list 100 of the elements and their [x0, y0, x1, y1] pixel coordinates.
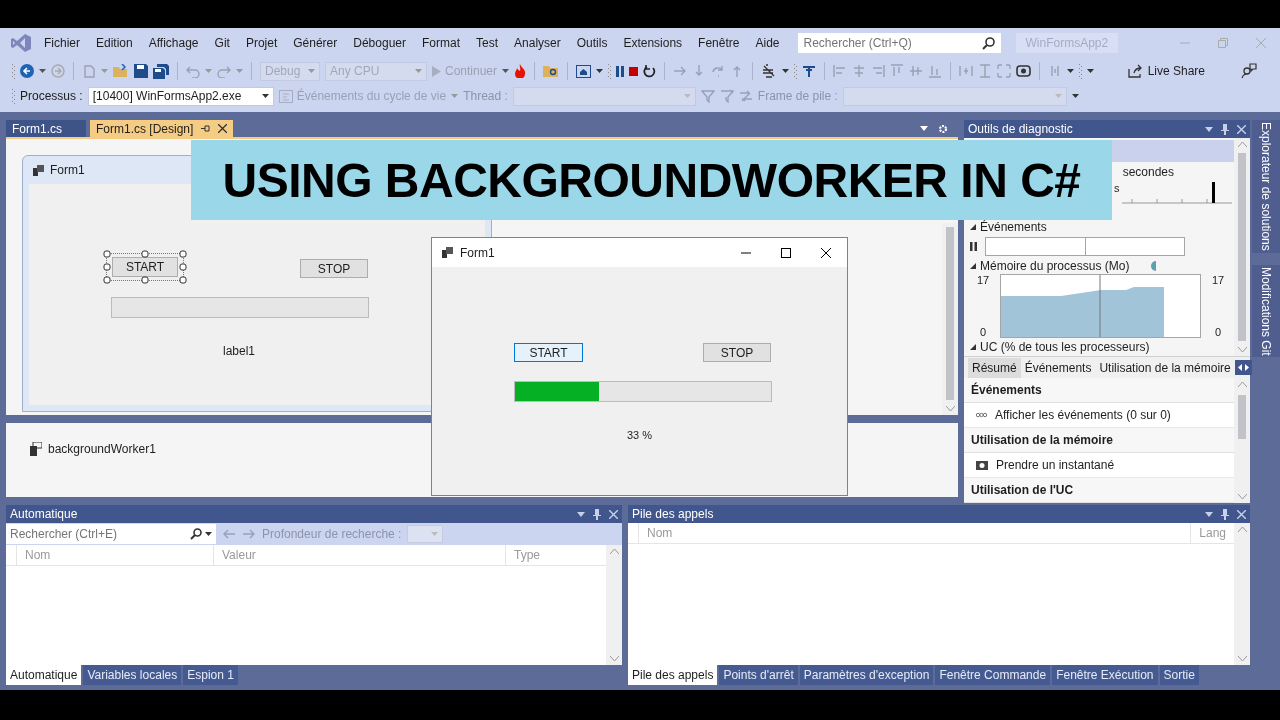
menu-item[interactable]: Test	[468, 34, 507, 52]
component-name[interactable]: backgroundWorker1	[48, 442, 156, 456]
scrollbar[interactable]	[1234, 138, 1250, 356]
forward-icon[interactable]	[51, 64, 65, 78]
panel-tab[interactable]: Points d'arrêt	[719, 665, 798, 685]
document-tab[interactable]: Form1.cs [Design]	[90, 120, 234, 137]
restore-icon[interactable]	[1218, 38, 1228, 48]
summary-link[interactable]: Afficher les événements (0 sur 0)	[995, 408, 1171, 422]
step-arrow-icon[interactable]	[673, 64, 688, 78]
stop-icon[interactable]	[629, 66, 639, 76]
summary-link[interactable]: Prendre un instantané	[996, 458, 1115, 472]
menu-item[interactable]: Outils	[568, 34, 616, 52]
align-center-icon[interactable]	[852, 64, 867, 78]
caret-icon[interactable]	[596, 69, 604, 73]
start-button[interactable]: START	[514, 343, 583, 362]
close-icon[interactable]	[821, 247, 831, 258]
pause-icon[interactable]	[970, 241, 977, 251]
panel-tab[interactable]: Fenêtre Commande	[935, 665, 1051, 685]
pin-icon[interactable]	[201, 124, 211, 133]
close-icon[interactable]	[218, 124, 228, 133]
tab-order-icon[interactable]	[1016, 64, 1032, 78]
menu-item[interactable]: Git	[206, 34, 238, 52]
new-item-icon[interactable]	[82, 64, 96, 78]
swap-threads-icon[interactable]	[738, 89, 753, 103]
menu-item[interactable]: Format	[414, 34, 468, 52]
panel-tab[interactable]: Espion 1	[183, 665, 238, 685]
scroll-thumb[interactable]	[1238, 395, 1246, 439]
caret-icon[interactable]	[261, 94, 269, 98]
scroll-up-icon[interactable]	[1237, 142, 1247, 147]
pause-icon[interactable]	[616, 65, 625, 77]
menu-item[interactable]: Générer	[285, 34, 346, 52]
menu-item[interactable]: Analyser	[506, 34, 569, 52]
resize-handles[interactable]	[103, 250, 187, 284]
scroll-up-icon[interactable]	[609, 549, 619, 554]
forward-icon[interactable]	[242, 527, 256, 541]
dropdown-icon[interactable]	[577, 511, 585, 517]
settings-icon[interactable]	[938, 123, 948, 134]
thread-dropdown[interactable]	[512, 86, 696, 106]
pin-icon[interactable]	[1221, 123, 1229, 135]
home-frame-icon[interactable]	[576, 64, 592, 78]
menu-item[interactable]: Déboguer	[345, 34, 414, 52]
scroll-down-icon[interactable]	[1237, 494, 1247, 499]
panel-tab[interactable]: Sortie	[1159, 665, 1199, 685]
panel-tab[interactable]: Paramètres d'exception	[799, 665, 934, 685]
expand-icon[interactable]	[970, 223, 976, 230]
restart-icon[interactable]	[643, 64, 657, 78]
search-field[interactable]: Rechercher (Ctrl+E)	[6, 524, 216, 544]
expand-icon[interactable]	[970, 343, 976, 350]
panel-tab[interactable]: Utilisation de la mémoire	[1095, 357, 1235, 378]
live-share-button[interactable]: Live Share	[1123, 62, 1209, 80]
back-icon[interactable]	[20, 64, 34, 78]
align-right-icon[interactable]	[871, 64, 886, 78]
scroll-thumb[interactable]	[1238, 153, 1246, 341]
process-dropdown[interactable]: [10400] WinFormsApp2.exe	[87, 86, 274, 106]
search-field[interactable]: Rechercher (Ctrl+Q)	[797, 33, 1001, 53]
flame-icon[interactable]	[514, 64, 527, 78]
scrollbar[interactable]	[942, 223, 958, 415]
panel-tab[interactable]: Pile des appels	[628, 665, 718, 685]
align-top-icon[interactable]	[890, 64, 905, 78]
scrollbar[interactable]	[1234, 378, 1250, 503]
scroll-thumb[interactable]	[946, 227, 954, 400]
caret-icon[interactable]	[1071, 94, 1079, 98]
expand-icon[interactable]	[970, 262, 976, 269]
pin-icon[interactable]	[593, 508, 601, 520]
panel-tab[interactable]: Résumé	[968, 357, 1021, 378]
spacing-icon[interactable]	[959, 64, 974, 78]
menu-item[interactable]: Fenêtre	[690, 34, 748, 52]
side-tab[interactable]: Modifications Git	[1252, 264, 1280, 358]
align-middle-icon[interactable]	[909, 64, 924, 78]
menu-item[interactable]: Aide	[747, 34, 788, 52]
stop-button[interactable]: STOP	[300, 259, 368, 278]
redo-icon[interactable]	[217, 64, 231, 78]
menu-item[interactable]: Projet	[237, 34, 286, 52]
depth-dropdown[interactable]	[407, 525, 444, 543]
start-button[interactable]: START	[112, 257, 178, 277]
save-icon[interactable]	[134, 64, 148, 78]
panel-tab[interactable]: Événements	[1020, 357, 1096, 378]
scrollbar[interactable]	[606, 545, 622, 665]
folder-search-icon[interactable]	[543, 64, 560, 78]
caret-icon[interactable]	[205, 532, 212, 536]
size-grid-icon[interactable]	[997, 64, 1012, 78]
panel-tab[interactable]: Fenêtre Exécution	[1052, 665, 1158, 685]
scrollbar[interactable]	[1234, 523, 1250, 665]
menu-item[interactable]: Edition	[88, 34, 141, 52]
menu-item[interactable]: Affichage	[140, 34, 207, 52]
step-over-icon[interactable]	[711, 64, 726, 78]
dropdown-icon[interactable]	[1205, 126, 1213, 132]
dropdown-icon[interactable]	[920, 126, 928, 131]
document-tab[interactable]: Form1.cs	[6, 120, 86, 137]
panel-tab[interactable]: Automatique	[6, 665, 82, 685]
scroll-down-icon[interactable]	[945, 406, 955, 411]
menu-item[interactable]: Extensions	[615, 34, 691, 52]
undo-icon[interactable]	[186, 64, 200, 78]
same-width-icon[interactable]	[978, 64, 993, 78]
filter-icon[interactable]	[700, 89, 715, 103]
pin-icon[interactable]	[1221, 508, 1229, 520]
feedback-icon[interactable]	[1241, 63, 1257, 79]
align-left-icon[interactable]	[833, 64, 848, 78]
caret-icon[interactable]	[1067, 69, 1075, 73]
scroll-up-icon[interactable]	[1237, 382, 1247, 387]
